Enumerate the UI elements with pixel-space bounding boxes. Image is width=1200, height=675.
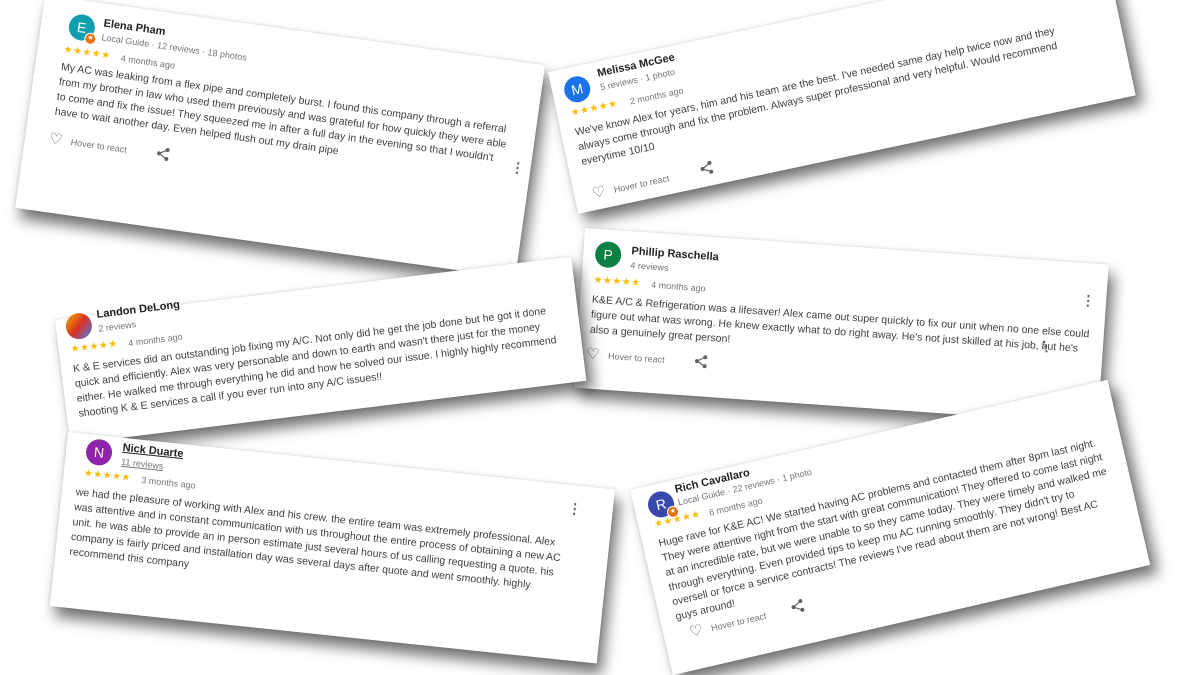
reviewer-meta: 2 reviews xyxy=(97,319,137,334)
local-guide-badge-icon: ★ xyxy=(83,31,98,46)
review-card: P Phillip Raschella 4 reviews ★★★★★ 4 mo… xyxy=(573,228,1109,425)
more-options-icon[interactable]: ⋮ xyxy=(1037,337,1054,356)
share-icon[interactable] xyxy=(698,160,715,177)
hover-to-react[interactable]: Hover to react xyxy=(608,351,665,365)
hover-to-react[interactable]: Hover to react xyxy=(70,137,127,155)
avatar[interactable]: P xyxy=(594,240,623,269)
share-icon[interactable] xyxy=(155,146,171,162)
star-rating: ★★★★★ xyxy=(83,467,132,484)
heart-icon[interactable]: ♡ xyxy=(48,130,64,149)
review-text: Huge rave for K&E AC! We started having … xyxy=(657,437,1108,623)
review-card: R ★ Rich Cavallaro Local Guide · 22 revi… xyxy=(630,337,1151,675)
more-options-icon[interactable]: ⋮ xyxy=(1081,292,1096,309)
avatar[interactable]: N xyxy=(84,438,114,467)
review-text: K & E services did an outstanding job fi… xyxy=(72,305,558,420)
heart-icon[interactable]: ♡ xyxy=(586,345,601,363)
reviewer-name[interactable]: Landon DeLong xyxy=(96,299,181,321)
avatar[interactable] xyxy=(64,311,94,341)
reviewer-meta: 4 reviews xyxy=(630,260,669,273)
share-icon[interactable] xyxy=(694,354,709,369)
review-date: 4 months ago xyxy=(650,279,706,294)
avatar[interactable]: M xyxy=(561,73,593,105)
avatar[interactable]: E ★ xyxy=(67,12,98,46)
heart-icon[interactable]: ♡ xyxy=(591,183,608,202)
review-text: we had the pleasure of working with Alex… xyxy=(68,486,562,592)
review-date: 4 months ago xyxy=(120,53,176,71)
review-date: 3 months ago xyxy=(140,474,197,491)
star-rating: ★★★★★ xyxy=(62,44,112,62)
review-card: Landon DeLong 2 reviews ★★★★★ 4 months a… xyxy=(55,256,587,445)
heart-icon[interactable]: ♡ xyxy=(688,621,705,641)
more-options-icon[interactable]: ⋮ xyxy=(510,159,526,177)
review-date: 4 months ago xyxy=(127,331,184,349)
review-card: M Melissa McGee 5 reviews · 1 photo ★★★★… xyxy=(548,0,1136,214)
review-card: N Nick Duarte 11 reviews ★★★★★ 3 months … xyxy=(49,432,615,664)
review-card: E ★ Elena Pham Local Guide · 12 reviews … xyxy=(15,0,546,279)
more-options-icon[interactable]: ⋮ xyxy=(567,500,583,517)
hover-to-react[interactable]: Hover to react xyxy=(613,173,670,195)
share-icon[interactable] xyxy=(789,598,806,615)
star-rating: ★★★★★ xyxy=(592,274,641,289)
reviewer-meta[interactable]: 11 reviews xyxy=(121,457,164,471)
review-text: My AC was leaking from a flex pipe and c… xyxy=(54,61,508,164)
star-rating: ★★★★★ xyxy=(70,338,119,356)
